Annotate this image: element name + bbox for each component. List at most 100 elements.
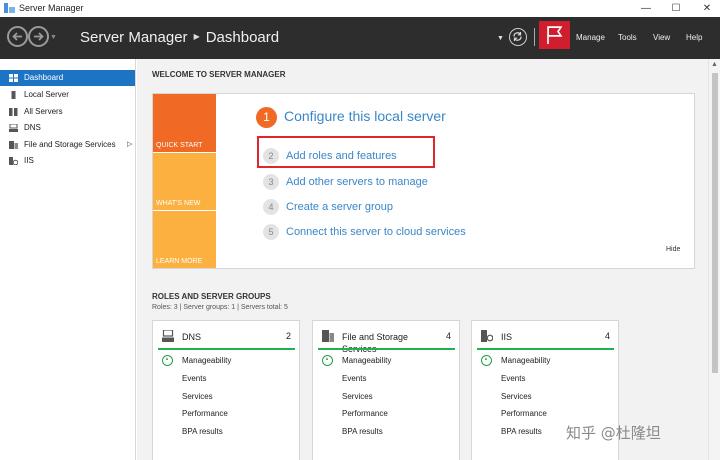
scroll-up-arrow-icon[interactable]: ▲ xyxy=(711,61,718,68)
events-link[interactable]: Events xyxy=(342,374,366,383)
breadcrumb-separator-icon: ▶ xyxy=(193,32,200,41)
notifications-button[interactable] xyxy=(539,21,570,49)
back-button[interactable] xyxy=(7,26,28,47)
status-bar xyxy=(318,348,455,350)
dashboard-content: WELCOME TO SERVER MANAGER QUICK START WH… xyxy=(137,59,708,460)
events-link[interactable]: Events xyxy=(182,374,206,383)
menu-help[interactable]: Help xyxy=(686,33,702,42)
menu-view[interactable]: View xyxy=(653,33,670,42)
hide-link[interactable]: Hide xyxy=(666,246,680,253)
vertical-scrollbar[interactable]: ▲ xyxy=(708,59,720,460)
arrow-left-icon xyxy=(12,32,22,41)
breadcrumb-current: Dashboard xyxy=(205,29,280,46)
forward-button[interactable] xyxy=(28,26,49,47)
bpa-results-link[interactable]: BPA results xyxy=(182,427,223,436)
sidebar-item-label: DNS xyxy=(24,123,41,132)
step-connect-cloud[interactable]: 5 Connect this server to cloud services xyxy=(263,224,466,240)
events-link[interactable]: Events xyxy=(501,374,525,383)
dns-icon xyxy=(162,330,174,342)
role-card-dns[interactable]: DNS 2 Manageability Events Services Perf… xyxy=(152,320,300,460)
refresh-button[interactable] xyxy=(509,28,527,46)
server-icon xyxy=(11,91,16,99)
status-up-icon xyxy=(322,355,333,366)
server-manager-app-icon xyxy=(4,3,15,13)
step-label: Create a server group xyxy=(286,201,393,213)
breadcrumb-root[interactable]: Server Manager xyxy=(80,29,188,46)
services-link[interactable]: Services xyxy=(342,392,373,401)
sidebar-item-dns[interactable]: DNS xyxy=(0,120,135,136)
services-link[interactable]: Services xyxy=(501,392,532,401)
sidebar-item-dashboard[interactable]: Dashboard xyxy=(0,70,135,86)
close-button[interactable]: ✕ xyxy=(694,0,720,17)
sidebar-item-label: Dashboard xyxy=(24,73,64,82)
sidebar-item-local-server[interactable]: Local Server xyxy=(0,87,135,103)
scroll-thumb[interactable] xyxy=(712,73,718,373)
role-card-count: 4 xyxy=(604,331,610,341)
bpa-results-link[interactable]: BPA results xyxy=(501,427,542,436)
manageability-link[interactable]: Manageability xyxy=(501,356,550,365)
expand-arrow-icon[interactable]: ▷ xyxy=(127,140,132,148)
welcome-panel: QUICK START WHAT'S NEW LEARN MORE 1 Confi… xyxy=(152,93,695,269)
file-storage-icon xyxy=(9,141,18,149)
sidebar: Dashboard Local Server All Servers DNS F… xyxy=(0,59,136,460)
performance-link[interactable]: Performance xyxy=(342,409,388,418)
role-card-file-storage[interactable]: File and Storage Services 4 Manageabilit… xyxy=(312,320,460,460)
breadcrumb: Server Manager ▶ Dashboard xyxy=(80,29,279,46)
step-configure-local-server[interactable]: 1 Configure this local server xyxy=(256,107,446,128)
file-storage-icon xyxy=(322,330,334,342)
roles-section-title: ROLES AND SERVER GROUPS xyxy=(152,292,271,301)
manageability-link[interactable]: Manageability xyxy=(182,356,231,365)
servers-icon xyxy=(9,108,18,116)
step-number: 1 xyxy=(256,107,277,128)
role-card-title[interactable]: DNS xyxy=(182,331,282,343)
welcome-title: WELCOME TO SERVER MANAGER xyxy=(152,70,286,79)
highlight-annotation-box xyxy=(257,136,435,168)
step-number: 4 xyxy=(263,199,279,215)
sidebar-item-all-servers[interactable]: All Servers xyxy=(0,104,135,120)
sidebar-item-label: All Servers xyxy=(24,107,63,116)
status-bar xyxy=(477,348,614,350)
maximize-button[interactable]: ☐ xyxy=(663,0,689,17)
step-label: Connect this server to cloud services xyxy=(286,226,466,238)
learn-more-label: LEARN MORE xyxy=(156,258,203,265)
iis-icon xyxy=(9,157,18,165)
bpa-results-link[interactable]: BPA results xyxy=(342,427,383,436)
menu-manage[interactable]: Manage xyxy=(576,33,605,42)
iis-icon xyxy=(481,330,493,342)
sidebar-item-file-storage[interactable]: File and Storage Services ▷ xyxy=(0,137,135,153)
learn-more-tile[interactable]: LEARN MORE xyxy=(153,210,216,268)
step-create-server-group[interactable]: 4 Create a server group xyxy=(263,199,393,215)
roles-summary: Roles: 3 | Server groups: 1 | Servers to… xyxy=(152,304,288,311)
status-up-icon xyxy=(481,355,492,366)
step-number: 5 xyxy=(263,224,279,240)
manageability-link[interactable]: Manageability xyxy=(342,356,391,365)
step-label: Configure this local server xyxy=(284,108,446,124)
role-card-title[interactable]: IIS xyxy=(501,331,601,343)
window-titlebar: Server Manager — ☐ ✕ xyxy=(0,0,720,17)
history-dropdown-icon[interactable]: ▼ xyxy=(50,34,57,41)
dns-icon xyxy=(9,124,18,132)
role-card-title[interactable]: File and Storage Services xyxy=(342,331,442,355)
flag-icon xyxy=(547,26,563,44)
refresh-icon xyxy=(513,32,522,41)
sidebar-item-label: Local Server xyxy=(24,90,69,99)
sidebar-item-label: File and Storage Services xyxy=(24,140,116,149)
header-bar: ▼ Server Manager ▶ Dashboard ▼ Manage Tool… xyxy=(0,17,720,59)
step-number: 3 xyxy=(263,174,279,190)
whats-new-tile[interactable]: WHAT'S NEW xyxy=(153,152,216,210)
role-card-count: 2 xyxy=(285,331,291,341)
sidebar-item-iis[interactable]: IIS xyxy=(0,153,135,169)
minimize-button[interactable]: — xyxy=(633,0,659,17)
status-bar xyxy=(158,348,295,350)
menu-tools[interactable]: Tools xyxy=(618,33,637,42)
chevron-down-icon[interactable]: ▼ xyxy=(497,35,504,42)
status-up-icon xyxy=(162,355,173,366)
header-divider xyxy=(534,28,535,46)
quick-start-tile[interactable]: QUICK START xyxy=(153,94,216,152)
step-label: Add other servers to manage xyxy=(286,176,428,188)
services-link[interactable]: Services xyxy=(182,392,213,401)
whats-new-label: WHAT'S NEW xyxy=(156,200,201,207)
performance-link[interactable]: Performance xyxy=(501,409,547,418)
performance-link[interactable]: Performance xyxy=(182,409,228,418)
step-add-other-servers[interactable]: 3 Add other servers to manage xyxy=(263,174,428,190)
